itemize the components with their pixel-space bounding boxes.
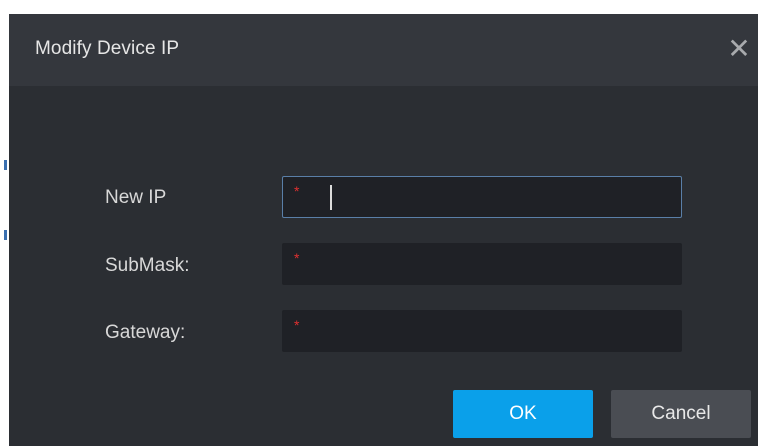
gateway-label: Gateway: — [105, 322, 186, 343]
gateway-input[interactable]: * — [282, 310, 682, 352]
text-caret — [330, 185, 332, 210]
submask-input[interactable]: * — [282, 243, 682, 285]
new-ip-label: New IP — [105, 187, 167, 208]
background-edge-mark — [4, 160, 7, 170]
required-mark: * — [294, 250, 300, 266]
new-ip-input[interactable]: * — [282, 176, 682, 218]
cancel-button[interactable]: Cancel — [611, 390, 751, 438]
required-mark: * — [294, 317, 300, 333]
modify-device-ip-dialog: Modify Device IP ✕ New IP * SubMask: * G… — [9, 14, 758, 446]
submask-label: SubMask: — [105, 255, 190, 276]
background-window — [0, 0, 758, 14]
required-mark: * — [294, 183, 300, 199]
background-edge-mark — [4, 230, 7, 240]
dialog-title: Modify Device IP — [35, 38, 180, 59]
close-icon[interactable]: ✕ — [724, 32, 754, 66]
dialog-titlebar[interactable]: Modify Device IP ✕ — [9, 14, 758, 86]
ok-button[interactable]: OK — [453, 390, 593, 438]
